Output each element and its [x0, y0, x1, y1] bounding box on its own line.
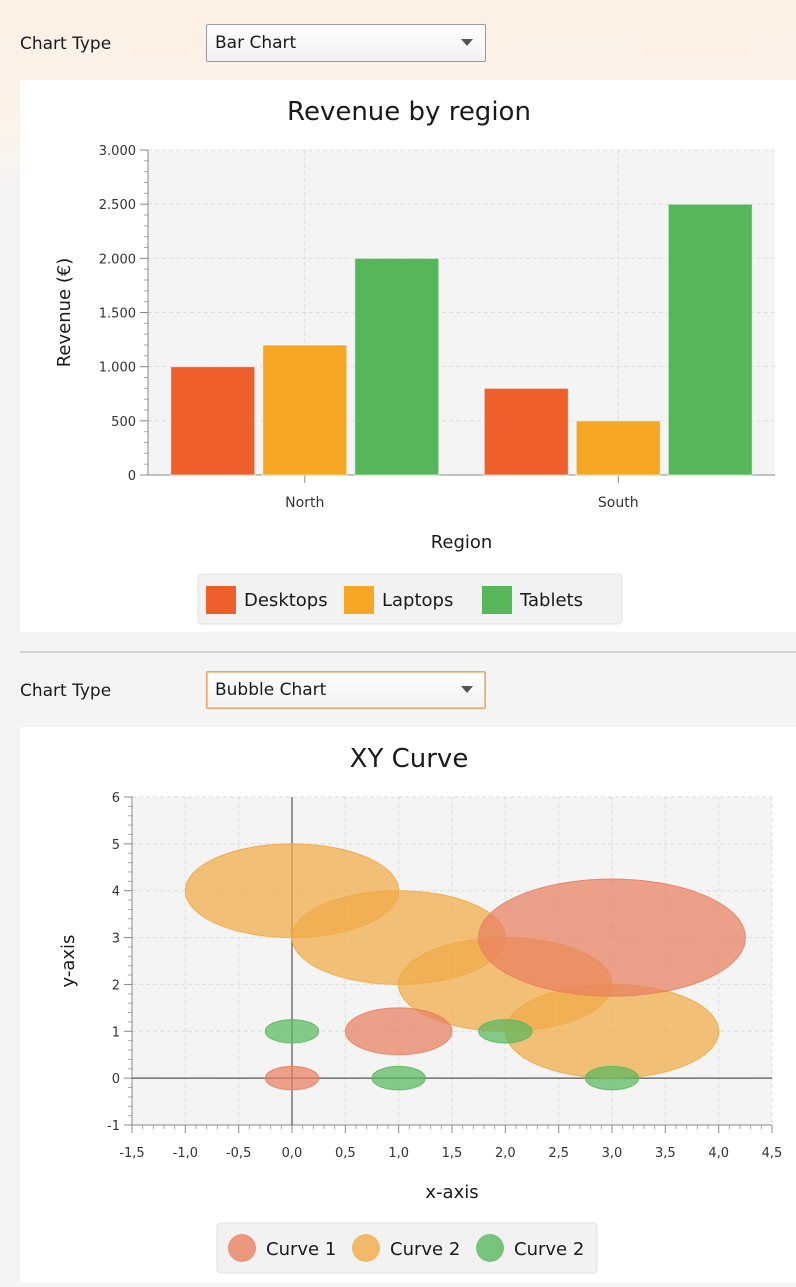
y-tick-label: 5	[112, 838, 120, 853]
x-tick-label: 4,5	[762, 1146, 783, 1161]
legend-swatch	[352, 1234, 380, 1262]
chart-title: XY Curve	[350, 744, 469, 774]
bubble-curve-2	[478, 1019, 533, 1044]
y-tick-label: 2	[112, 978, 120, 993]
chart-type-toolbar-1: Chart Type Bar Chart	[0, 22, 796, 68]
x-tick-label: 2,5	[548, 1146, 569, 1161]
chart-type-toolbar-2: Chart Type Bubble Chart	[0, 669, 796, 715]
bubble-curve-2	[584, 1065, 640, 1091]
bubble-chart-area: XY Curve -1,5 -1,0 -0,5 0,0 0,5 1,0 1,5 2,0 2,5 3,…	[20, 727, 796, 1283]
y-tick-label: 3	[112, 932, 120, 947]
legend-swatch-desktops	[206, 586, 236, 614]
bar-tablets	[354, 257, 440, 476]
legend-label: Curve 1	[266, 1239, 336, 1260]
chart-type-label: Chart Type	[20, 34, 112, 54]
bubble-curve-2	[264, 1019, 320, 1044]
y-tick-label: 1.000	[99, 361, 136, 376]
y-tick-label: 1	[112, 1025, 120, 1040]
bar-laptops	[575, 420, 661, 476]
x-tick-label: 3,5	[655, 1146, 676, 1161]
x-tick-label: -1,0	[173, 1146, 198, 1161]
chart-type-select[interactable]: Bar Chart	[206, 24, 486, 62]
chart-type-selected-value: Bar Chart	[215, 33, 297, 53]
x-tick-label: 0,0	[282, 1146, 303, 1161]
legend: Desktops Laptops Tablets	[197, 573, 623, 625]
y-tick-label: -1	[107, 1119, 120, 1134]
y-tick-label: 500	[111, 415, 136, 430]
bubble-curve-2	[371, 1065, 426, 1091]
legend-swatch-laptops	[344, 586, 374, 614]
bubble-curve-1	[344, 1007, 453, 1056]
y-tick-label: 2.500	[99, 198, 136, 213]
chevron-down-icon[interactable]	[461, 39, 473, 46]
y-tick-label: 4	[112, 885, 120, 900]
bubble-curve-1	[478, 878, 746, 997]
bar-chart-area: Revenue by region 0 500 1.000 1.500 2.000 2.50…	[20, 80, 796, 632]
bar-desktops	[483, 387, 569, 476]
legend-label-laptops: Laptops	[382, 590, 453, 611]
y-axis-label: y-axis	[58, 935, 79, 988]
x-tick-label: 3,0	[602, 1146, 623, 1161]
y-tick-label: 3.000	[99, 144, 136, 159]
y-tick-label: 1.500	[99, 307, 136, 322]
x-tick-label: North	[285, 495, 324, 511]
x-tick-label: -0,5	[226, 1146, 251, 1161]
legend: Curve 1 Curve 2 Curve 2	[216, 1222, 598, 1274]
legend-label: Curve 2	[390, 1239, 460, 1260]
legend-label: Curve 2	[514, 1239, 584, 1260]
x-tick-label: 2,0	[495, 1146, 516, 1161]
x-tick-label: 1,0	[388, 1146, 409, 1161]
x-tick-label: 4,0	[708, 1146, 729, 1161]
y-tick-label: 2.000	[99, 252, 136, 267]
chart-type-select[interactable]: Bubble Chart	[206, 671, 486, 709]
bubble-curve-1	[264, 1065, 320, 1091]
x-axis-label: Region	[431, 532, 493, 553]
legend-label-tablets: Tablets	[519, 590, 583, 611]
bar-chart: Revenue by region 0 500 1.000 1.500 2.000 2.50…	[54, 97, 775, 625]
legend-label-desktops: Desktops	[244, 590, 328, 611]
legend-swatch	[228, 1234, 256, 1262]
bar-laptops	[262, 344, 348, 476]
y-tick-label: 0	[112, 1072, 120, 1087]
bubble-chart: XY Curve -1,5 -1,0 -0,5 0,0 0,5 1,0 1,5 2,0 2,5 3,…	[58, 744, 783, 1274]
x-tick-label: 0,5	[335, 1146, 356, 1161]
bar-desktops	[170, 366, 256, 476]
x-tick-label: 1,5	[442, 1146, 463, 1161]
y-axis-label: Revenue (€)	[54, 258, 75, 368]
chart-type-label: Chart Type	[20, 681, 112, 701]
bubble-curve-2	[504, 983, 720, 1079]
x-tick-label: South	[598, 495, 639, 511]
chevron-down-icon[interactable]	[461, 686, 473, 693]
legend-swatch-tablets	[482, 586, 512, 614]
chart-title: Revenue by region	[287, 97, 531, 127]
y-tick-label: 0	[128, 469, 136, 484]
y-tick-label: 6	[112, 791, 120, 806]
chart-type-selected-value: Bubble Chart	[215, 680, 327, 700]
x-tick-label: -1,5	[119, 1146, 144, 1161]
legend-swatch	[476, 1234, 504, 1262]
bar-tablets	[667, 203, 753, 476]
x-axis-label: x-axis	[425, 1182, 478, 1203]
panel-divider	[20, 651, 796, 653]
